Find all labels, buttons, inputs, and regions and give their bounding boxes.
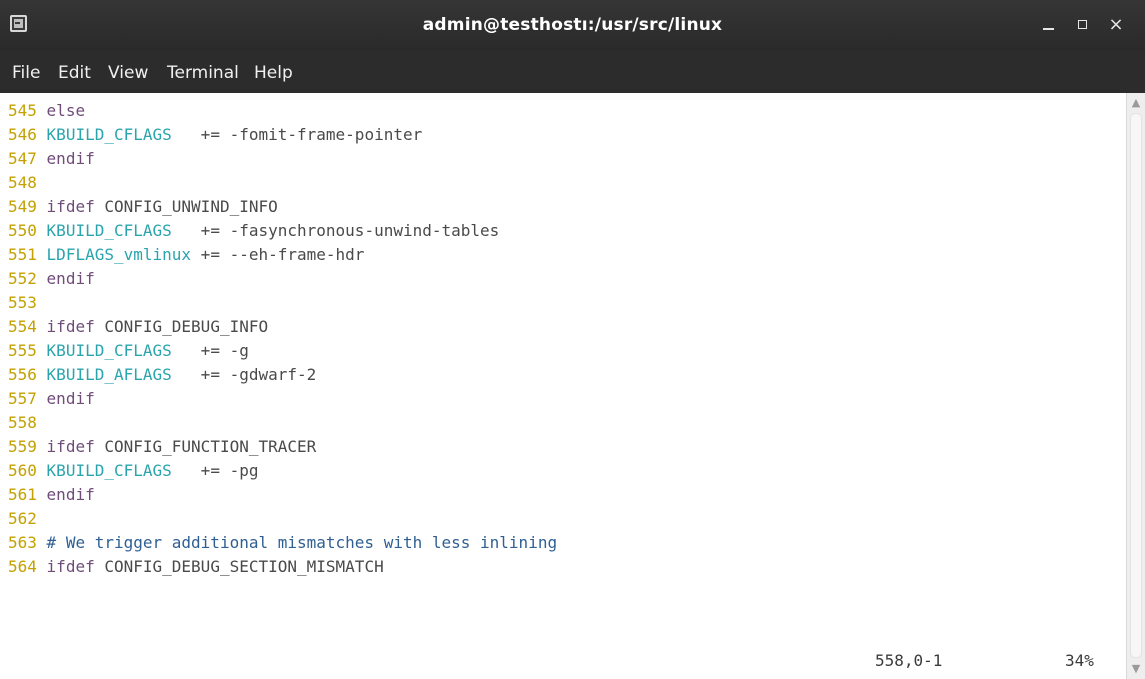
code-line: 553 <box>8 291 557 315</box>
line-number: 560 <box>8 461 37 480</box>
code-line: 557 endif <box>8 387 557 411</box>
code-lines: 545 else 546 KBUILD_CFLAGS += -fomit-fram… <box>8 99 557 579</box>
line-number: 561 <box>8 485 37 504</box>
code-line: 552 endif <box>8 267 557 291</box>
vertical-scrollbar[interactable]: ▲ ▼ <box>1126 93 1145 679</box>
code-line: 561 endif <box>8 483 557 507</box>
menu-terminal[interactable]: Terminal <box>167 51 239 93</box>
code-keyword: endif <box>46 269 95 288</box>
code-identifier: LDFLAGS_vmlinux <box>46 245 192 264</box>
code-text: += -pg <box>171 461 259 480</box>
code-identifier: KBUILD_CFLAGS <box>46 461 172 480</box>
code-line: 548 <box>8 171 557 195</box>
code-comment: # We trigger additional mismatches with … <box>46 533 558 552</box>
line-number: 549 <box>8 197 37 216</box>
minimize-icon[interactable] <box>1037 13 1061 37</box>
line-number: 554 <box>8 317 37 336</box>
code-text: CONFIG_FUNCTION_TRACER <box>94 437 317 456</box>
line-number: 563 <box>8 533 37 552</box>
scroll-percent: 34% <box>1065 651 1094 670</box>
line-number: 562 <box>8 509 37 528</box>
line-number: 553 <box>8 293 37 312</box>
code-line: 556 KBUILD_AFLAGS += -gdwarf-2 <box>8 363 557 387</box>
code-text: += -fomit-frame-pointer <box>171 125 423 144</box>
line-number: 558 <box>8 413 37 432</box>
code-line: 555 KBUILD_CFLAGS += -g <box>8 339 557 363</box>
line-number: 564 <box>8 557 37 576</box>
line-number: 556 <box>8 365 37 384</box>
window-title: admin@testhostı:/usr/src/linux <box>422 15 723 35</box>
code-keyword: else <box>46 101 86 120</box>
code-line: 550 KBUILD_CFLAGS += -fasynchronous-unwi… <box>8 219 557 243</box>
terminal-content[interactable]: 545 else 546 KBUILD_CFLAGS += -fomit-fram… <box>0 93 1126 679</box>
code-text: += -gdwarf-2 <box>171 365 317 384</box>
scroll-down-arrow-icon[interactable]: ▼ <box>1127 659 1145 679</box>
code-line: 560 KBUILD_CFLAGS += -pg <box>8 459 557 483</box>
code-identifier: KBUILD_AFLAGS <box>46 365 172 384</box>
line-number: 551 <box>8 245 37 264</box>
code-keyword: endif <box>46 389 95 408</box>
code-keyword: ifdef <box>46 317 95 336</box>
line-number: 545 <box>8 101 37 120</box>
code-line: 562 <box>8 507 557 531</box>
code-text: CONFIG_DEBUG_SECTION_MISMATCH <box>94 557 384 576</box>
code-keyword: ifdef <box>46 437 95 456</box>
line-number: 557 <box>8 389 37 408</box>
code-keyword: endif <box>46 485 95 504</box>
menu-bar: File Edit View Terminal Help <box>0 51 1145 93</box>
code-identifier: KBUILD_CFLAGS <box>46 125 172 144</box>
code-identifier: KBUILD_CFLAGS <box>46 221 172 240</box>
code-text: += -g <box>171 341 249 360</box>
code-keyword: ifdef <box>46 557 95 576</box>
close-icon[interactable]: × <box>1104 13 1128 37</box>
code-line: 564 ifdef CONFIG_DEBUG_SECTION_MISMATCH <box>8 555 557 579</box>
line-number: 555 <box>8 341 37 360</box>
code-keyword: endif <box>46 149 95 168</box>
menu-edit[interactable]: Edit <box>58 51 91 93</box>
line-number: 550 <box>8 221 37 240</box>
code-text: CONFIG_DEBUG_INFO <box>94 317 269 336</box>
code-text: CONFIG_UNWIND_INFO <box>94 197 278 216</box>
code-line: 554 ifdef CONFIG_DEBUG_INFO <box>8 315 557 339</box>
menu-view[interactable]: View <box>108 51 148 93</box>
title-bar[interactable]: admin@testhostı:/usr/src/linux × <box>0 0 1145 51</box>
scroll-up-arrow-icon[interactable]: ▲ <box>1127 93 1145 113</box>
scrollbar-thumb[interactable] <box>1130 113 1142 658</box>
code-text: += --eh-frame-hdr <box>191 245 365 264</box>
code-line: 549 ifdef CONFIG_UNWIND_INFO <box>8 195 557 219</box>
code-line: 558 <box>8 411 557 435</box>
line-number: 546 <box>8 125 37 144</box>
menu-file[interactable]: File <box>12 51 40 93</box>
line-number: 552 <box>8 269 37 288</box>
line-number: 547 <box>8 149 37 168</box>
code-keyword: ifdef <box>46 197 95 216</box>
line-number: 548 <box>8 173 37 192</box>
menu-help[interactable]: Help <box>254 51 293 93</box>
code-text: += -fasynchronous-unwind-tables <box>171 221 500 240</box>
code-line: 559 ifdef CONFIG_FUNCTION_TRACER <box>8 435 557 459</box>
terminal-window: admin@testhostı:/usr/src/linux × File Ed… <box>0 0 1145 679</box>
cursor-position: 558,0-1 <box>875 651 943 670</box>
line-number: 559 <box>8 437 37 456</box>
maximize-icon[interactable] <box>1071 13 1095 37</box>
code-line: 546 KBUILD_CFLAGS += -fomit-frame-pointe… <box>8 123 557 147</box>
code-line: 547 endif <box>8 147 557 171</box>
code-line: 551 LDFLAGS_vmlinux += --eh-frame-hdr <box>8 243 557 267</box>
code-line: 563 # We trigger additional mismatches w… <box>8 531 557 555</box>
code-identifier: KBUILD_CFLAGS <box>46 341 172 360</box>
code-line: 545 else <box>8 99 557 123</box>
